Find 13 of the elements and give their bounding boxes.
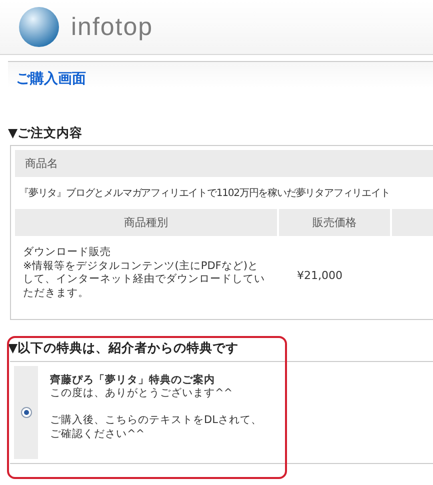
table-header: 商品種別 bbox=[15, 209, 277, 236]
page-title: ご購入画面 bbox=[16, 71, 86, 87]
bonus-text: この度は、ありがとうございます^^ ご購入後、こちらのテキストをDLされて、ご確認ください^^ bbox=[50, 387, 263, 442]
section-heading: ▼以下の特典は、紹介者からの特典です bbox=[8, 340, 239, 355]
radio-button[interactable] bbox=[20, 406, 32, 418]
table-header: 商品名 bbox=[15, 150, 433, 177]
logo-text: infotop bbox=[71, 12, 154, 42]
bonus-title: 齊藤ぴろ「夢リタ」特典のご案内 bbox=[50, 374, 216, 387]
table-header: 販売価格 bbox=[279, 209, 390, 236]
table-cell-text: ¥21,000 bbox=[296, 268, 342, 282]
section-heading: ▼ご注文内容 bbox=[8, 125, 83, 140]
product-name: 『夢リタ』ブログとメルマガアフィリエイトで1102万円を稼いだ夢リタアフィリエイト bbox=[18, 186, 391, 201]
table-cell-text: ダウンロード販売 ※情報等をデジタルコンテンツ(主にPDFなど)として、インターネット経由でダウンロードしていただきます。 bbox=[22, 245, 266, 301]
